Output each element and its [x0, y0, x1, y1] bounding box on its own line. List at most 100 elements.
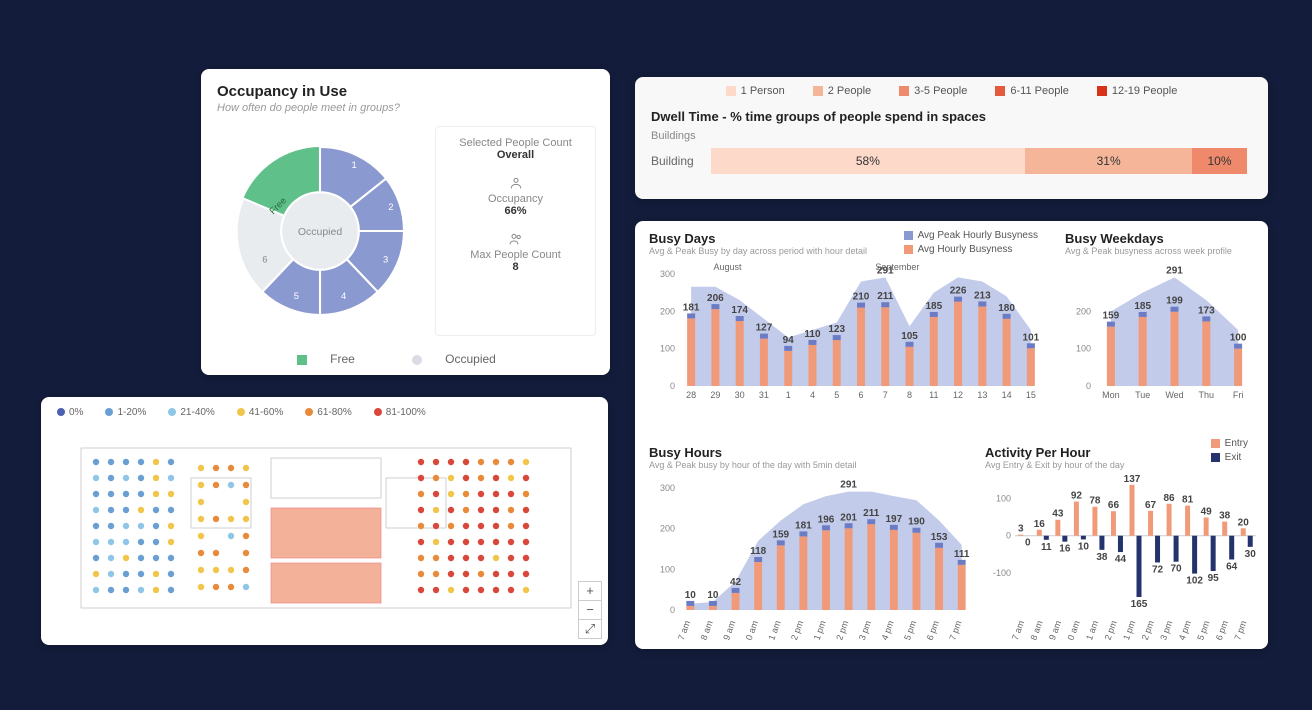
- svg-text:211: 211: [863, 508, 880, 519]
- zoom-out-button[interactable]: −: [579, 601, 601, 620]
- svg-text:5 pm: 5 pm: [1195, 619, 1211, 640]
- svg-text:4: 4: [341, 291, 346, 302]
- busy-days-chart: 0100200300181206174127941101232102111051…: [649, 256, 1049, 416]
- svg-text:9 am: 9 am: [1047, 619, 1063, 640]
- svg-text:200: 200: [660, 524, 675, 534]
- svg-text:38: 38: [1096, 552, 1108, 563]
- svg-text:5 pm: 5 pm: [902, 619, 918, 640]
- svg-text:28: 28: [686, 390, 696, 400]
- row-label: Building: [651, 154, 711, 168]
- svg-text:159: 159: [1103, 311, 1120, 322]
- svg-text:1: 1: [786, 390, 791, 400]
- floorplan-heatmap-card: 0%1-20%21-40%41-60%61-80%81-100% + − ⤢: [41, 397, 608, 645]
- svg-text:7 am: 7 am: [676, 619, 692, 640]
- svg-text:8 am: 8 am: [1028, 619, 1044, 640]
- dwell-legend: 1 Person2 People3-5 People6-11 People12-…: [635, 77, 1268, 105]
- svg-text:10 am: 10 am: [1064, 619, 1082, 640]
- svg-text:159: 159: [772, 529, 789, 540]
- svg-text:1 pm: 1 pm: [812, 619, 828, 640]
- svg-text:12: 12: [953, 390, 963, 400]
- svg-text:7 am: 7 am: [1010, 619, 1026, 640]
- svg-text:300: 300: [660, 269, 675, 279]
- svg-text:100: 100: [996, 494, 1011, 504]
- svg-text:6 pm: 6 pm: [1214, 619, 1230, 640]
- people-icon: [508, 231, 524, 247]
- svg-text:5: 5: [294, 291, 299, 302]
- svg-text:6 pm: 6 pm: [925, 619, 941, 640]
- svg-text:Occupied: Occupied: [298, 226, 343, 238]
- svg-text:118: 118: [750, 546, 767, 557]
- svg-text:94: 94: [783, 335, 795, 346]
- svg-text:70: 70: [1171, 564, 1183, 575]
- svg-text:174: 174: [731, 305, 748, 316]
- svg-text:173: 173: [1198, 305, 1215, 316]
- svg-text:181: 181: [795, 520, 812, 531]
- card-title: Occupancy in Use: [217, 83, 594, 100]
- svg-text:Mon: Mon: [1102, 390, 1120, 400]
- svg-text:20: 20: [1238, 517, 1250, 528]
- busy-weekdays-section: Busy Weekdays Avg & Peak busyness across…: [1065, 231, 1260, 421]
- floorplan-legend: 0%1-20%21-40%41-60%61-80%81-100%: [41, 397, 608, 428]
- svg-text:15: 15: [1026, 390, 1036, 400]
- svg-text:153: 153: [931, 532, 948, 543]
- svg-text:78: 78: [1089, 496, 1101, 507]
- svg-text:100: 100: [1076, 344, 1091, 354]
- svg-text:44: 44: [1115, 554, 1127, 565]
- svg-text:185: 185: [925, 301, 942, 312]
- donut-legend: Free Occupied: [201, 346, 610, 375]
- svg-text:100: 100: [660, 344, 675, 354]
- busyness-charts-card: Avg Peak Hourly Busyness Avg Hourly Busy…: [635, 221, 1268, 649]
- occupancy-stats-panel: Selected People Count Overall Occupancy …: [435, 126, 596, 336]
- svg-text:3 pm: 3 pm: [1158, 619, 1174, 640]
- svg-text:200: 200: [1076, 306, 1091, 316]
- svg-text:0: 0: [1025, 538, 1031, 549]
- svg-text:4 pm: 4 pm: [879, 619, 895, 640]
- buildings-label: Buildings: [635, 128, 1268, 144]
- svg-text:-100: -100: [993, 568, 1011, 578]
- svg-text:10: 10: [685, 590, 697, 601]
- svg-text:81: 81: [1182, 495, 1194, 506]
- svg-text:16: 16: [1059, 544, 1071, 555]
- svg-text:31: 31: [759, 390, 769, 400]
- svg-text:6: 6: [262, 255, 267, 266]
- svg-text:102: 102: [1186, 576, 1203, 587]
- svg-text:4: 4: [810, 390, 815, 400]
- svg-text:10 am: 10 am: [742, 619, 760, 640]
- svg-text:30: 30: [735, 390, 745, 400]
- svg-text:7 pm: 7 pm: [1232, 619, 1248, 640]
- svg-text:30: 30: [1245, 549, 1257, 560]
- zoom-reset-button[interactable]: ⤢: [579, 620, 601, 638]
- svg-text:291: 291: [840, 480, 857, 491]
- svg-text:Thu: Thu: [1199, 390, 1215, 400]
- occupancy-donut-chart: Occupied Free 1 2 3 4 5 6: [215, 126, 425, 336]
- svg-text:127: 127: [756, 323, 773, 334]
- svg-text:10: 10: [1078, 541, 1090, 552]
- map-zoom-controls[interactable]: + − ⤢: [578, 581, 602, 639]
- zoom-in-button[interactable]: +: [579, 582, 601, 601]
- svg-text:206: 206: [707, 293, 724, 304]
- svg-text:64: 64: [1226, 561, 1238, 572]
- svg-text:210: 210: [853, 292, 870, 303]
- svg-text:95: 95: [1208, 573, 1220, 584]
- svg-text:1: 1: [352, 160, 357, 171]
- svg-text:67: 67: [1145, 500, 1157, 511]
- svg-text:3: 3: [1018, 524, 1024, 535]
- activity-per-hour-chart: -100010030161143169210783866441371656772…: [985, 470, 1260, 640]
- svg-text:8: 8: [907, 390, 912, 400]
- busy-hours-section: Busy Hours Avg & Peak busy by hour of th…: [649, 445, 979, 645]
- svg-text:Fri: Fri: [1233, 390, 1244, 400]
- svg-text:196: 196: [818, 514, 835, 525]
- svg-text:123: 123: [828, 324, 845, 335]
- svg-text:42: 42: [730, 577, 742, 588]
- svg-text:213: 213: [974, 290, 991, 301]
- svg-text:September: September: [875, 262, 919, 272]
- svg-text:137: 137: [1124, 474, 1141, 485]
- svg-text:190: 190: [908, 517, 925, 528]
- svg-text:11: 11: [929, 390, 938, 400]
- svg-text:211: 211: [877, 291, 894, 302]
- svg-text:11 am: 11 am: [765, 619, 783, 640]
- svg-text:13: 13: [977, 390, 987, 400]
- floorplan-svg[interactable]: [41, 428, 608, 628]
- svg-text:49: 49: [1201, 507, 1213, 518]
- occupancy-in-use-card: Occupancy in Use How often do people mee…: [201, 69, 610, 375]
